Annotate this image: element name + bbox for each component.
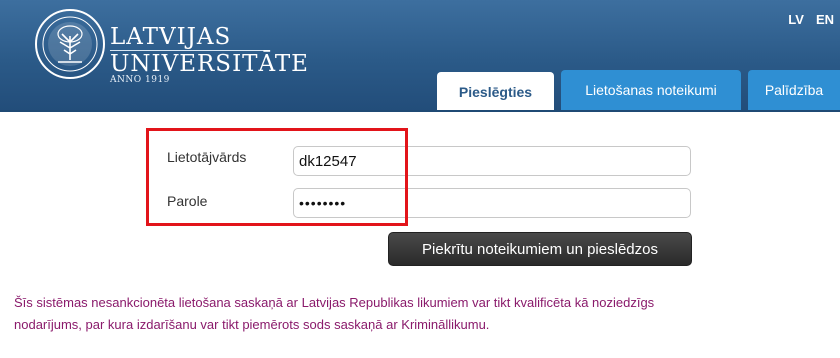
brand-name-line1: LATVIJAS	[110, 24, 232, 50]
password-label: Parole	[167, 193, 208, 209]
tab-bar: Pieslēgties Lietošanas noteikumi Palīdzī…	[0, 70, 840, 112]
page-header: LATVIJAS UNIVERSITĀTE ANNO 1919 LV EN Pi…	[0, 0, 840, 112]
lang-en-link[interactable]: EN	[816, 12, 834, 27]
language-switcher: LV EN	[788, 12, 834, 27]
tab-login[interactable]: Pieslēgties	[437, 72, 554, 112]
legal-notice: Šīs sistēmas nesankcionēta lietošana sas…	[14, 292, 834, 336]
lang-lv-link[interactable]: LV	[788, 12, 804, 27]
tab-help[interactable]: Palīdzība	[748, 70, 840, 110]
username-label: Lietotājvārds	[167, 149, 247, 165]
username-field[interactable]: dk12547	[293, 146, 691, 176]
tab-terms-of-use[interactable]: Lietošanas noteikumi	[561, 70, 741, 110]
agree-and-login-button[interactable]: Piekrītu noteikumiem un pieslēdzos	[388, 232, 692, 266]
legal-notice-line1: Šīs sistēmas nesankcionēta lietošana sas…	[14, 295, 655, 310]
legal-notice-line2: nodarījums, par kura izdarīšanu var tikt…	[14, 317, 490, 332]
password-field[interactable]: ••••••••	[293, 188, 691, 218]
header-divider	[0, 110, 840, 112]
